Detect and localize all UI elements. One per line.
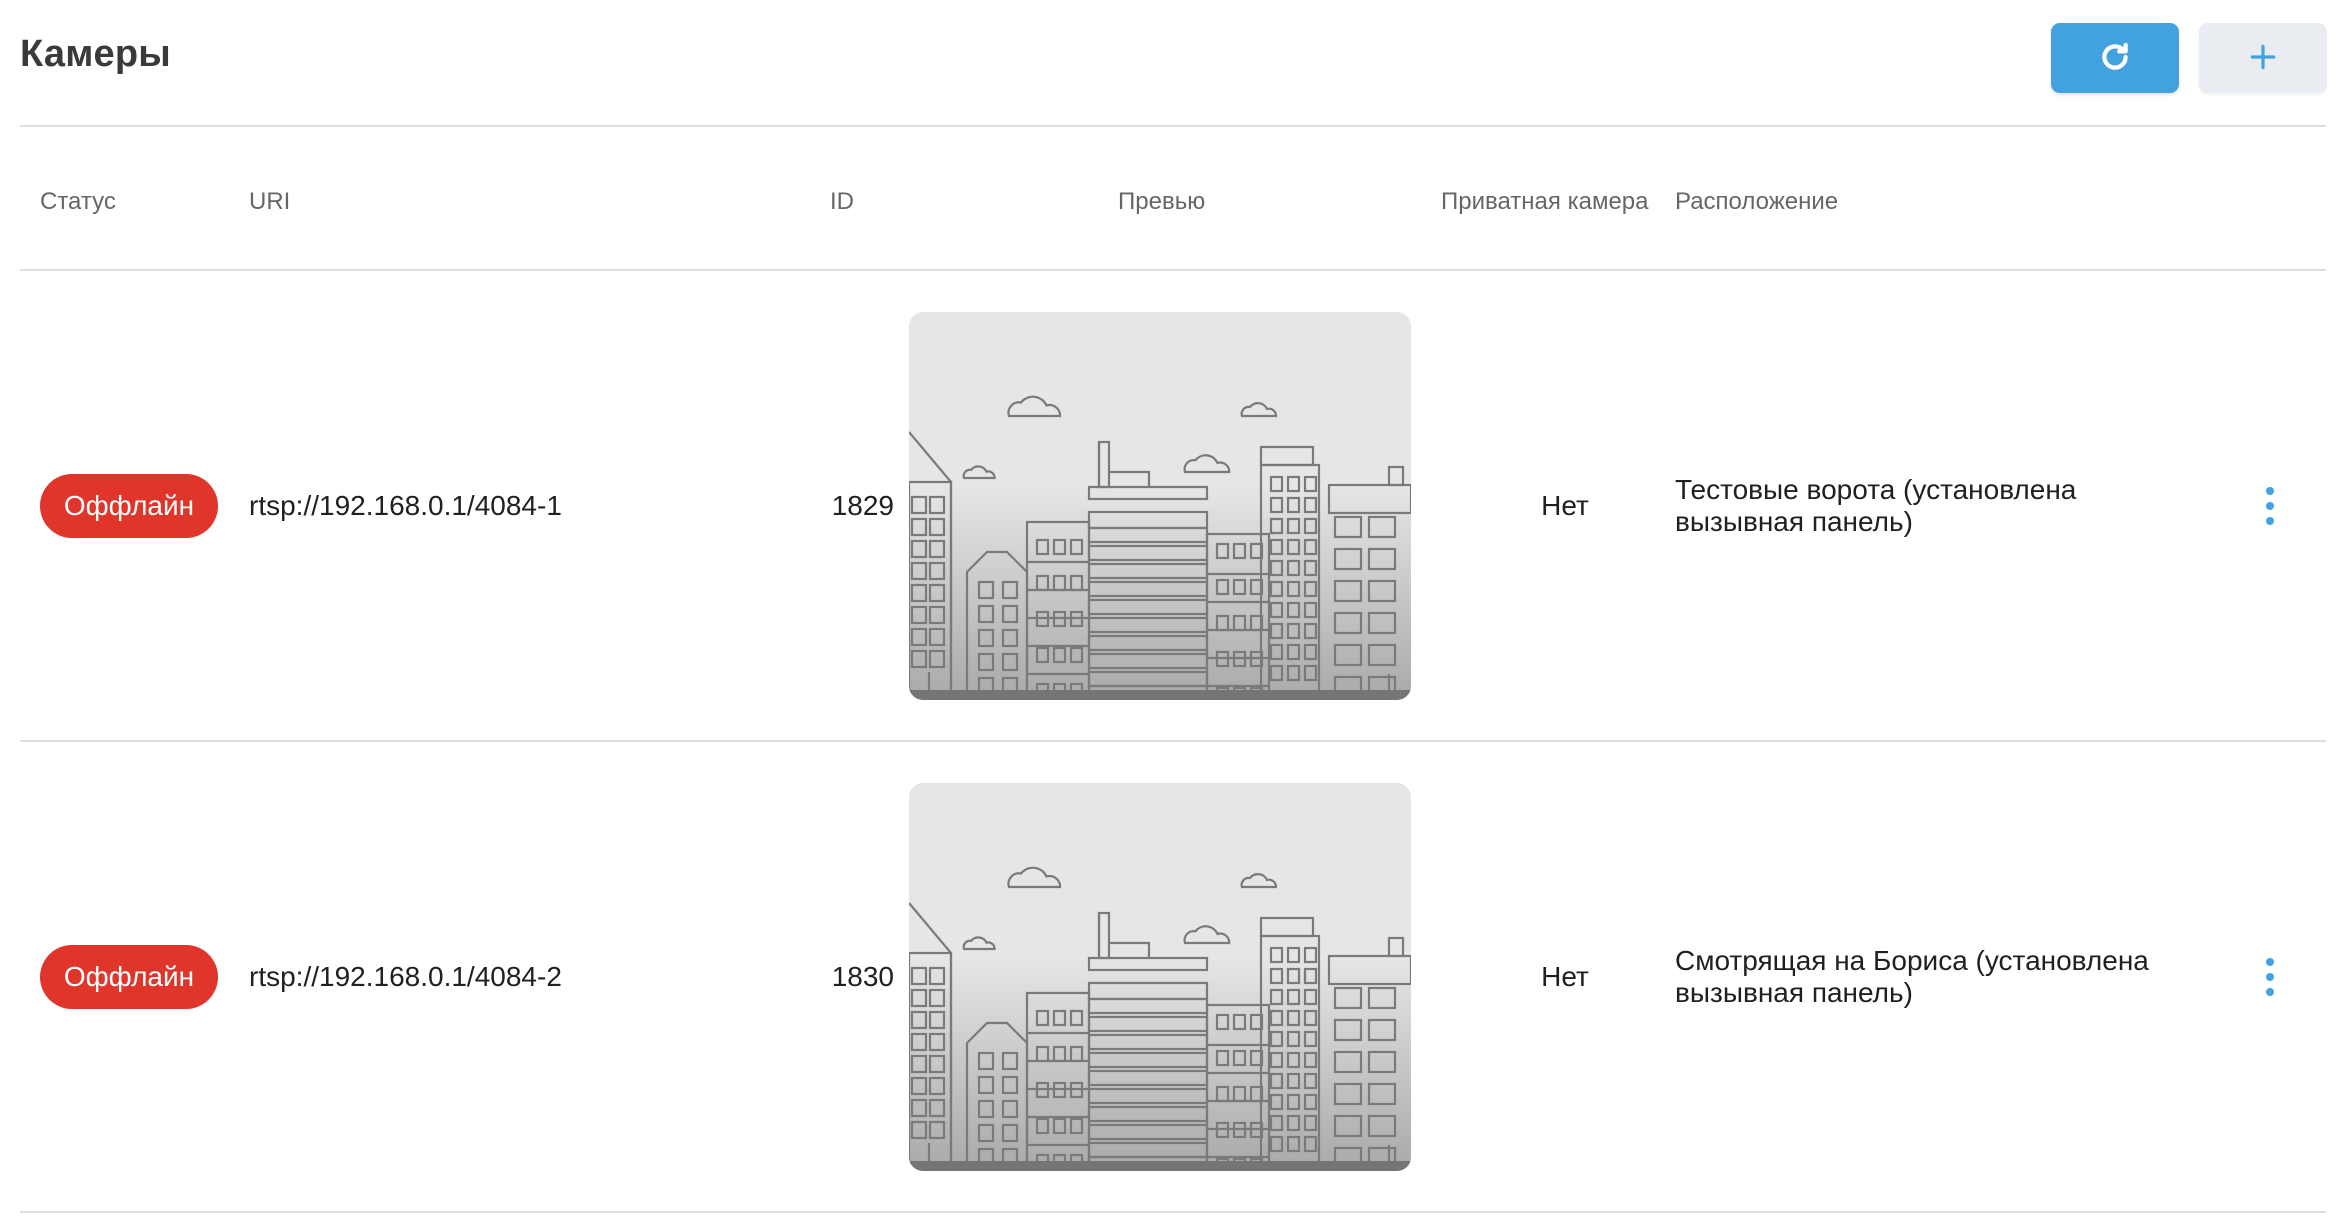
page-title: Камеры [20, 33, 171, 75]
row-menu-button[interactable] [2248, 947, 2292, 1007]
status-badge: Оффлайн [40, 473, 218, 538]
column-header-private[interactable]: Приватная камера [1441, 188, 1648, 216]
camera-uri: rtsp://192.168.0.1/4084-1 [249, 489, 562, 521]
camera-id: 1829 [831, 489, 894, 521]
private-camera-value: Нет [1541, 960, 1589, 992]
column-header-uri[interactable]: URI [249, 188, 290, 216]
more-vertical-dot [2266, 501, 2274, 510]
column-header-location[interactable]: Расположение [1675, 188, 1838, 216]
camera-uri: rtsp://192.168.0.1/4084-2 [249, 960, 562, 992]
column-header-preview[interactable]: Превью [1118, 188, 1205, 216]
cameras-page: Камеры Статус URI ID Превью Приватная ка… [20, 0, 2327, 1230]
page-header: Камеры [20, 0, 2327, 127]
column-header-id[interactable]: ID [830, 188, 854, 216]
camera-location: Тестовые ворота (установлена вызывная па… [1675, 473, 2077, 537]
table-row[interactable]: Оффлайн rtsp://192.168.0.1/4084-1 1829 Н… [20, 271, 2326, 742]
more-vertical-icon [2266, 957, 2274, 966]
more-vertical-dot [2266, 516, 2274, 525]
refresh-icon [2098, 40, 2132, 77]
refresh-button[interactable] [2051, 23, 2179, 93]
status-badge: Оффлайн [40, 944, 218, 1009]
table-row[interactable]: Оффлайн rtsp://192.168.0.1/4084-2 1830 Н… [20, 742, 2326, 1213]
table-header: Статус URI ID Превью Приватная камера Ра… [20, 127, 2326, 271]
more-vertical-icon [2266, 486, 2274, 495]
add-camera-button[interactable] [2199, 23, 2327, 93]
camera-location: Смотрящая на Бориса (установлена вызывна… [1675, 944, 2149, 1008]
private-camera-value: Нет [1541, 489, 1589, 521]
camera-id: 1830 [831, 960, 894, 992]
camera-preview-image[interactable] [909, 311, 1411, 700]
column-header-status[interactable]: Статус [40, 188, 116, 216]
more-vertical-dot [2266, 987, 2274, 996]
more-vertical-dot [2266, 972, 2274, 981]
camera-preview-image[interactable] [909, 782, 1411, 1171]
row-menu-button[interactable] [2248, 476, 2292, 536]
plus-icon [2247, 41, 2279, 76]
